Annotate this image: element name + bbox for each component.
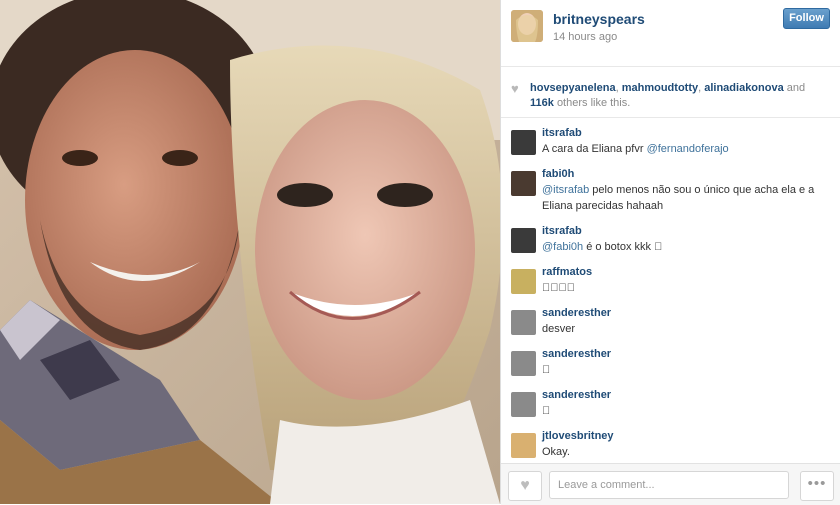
comment-text: 󾌴 [542, 405, 551, 417]
comment-item: fabi0h @itsrafab pelo menos não sou o ún… [501, 167, 840, 214]
selfie-image [0, 0, 500, 504]
follow-button[interactable]: Follow [783, 8, 830, 29]
author-avatar[interactable] [511, 10, 543, 42]
liker-link[interactable]: alinadiakonova [704, 82, 783, 94]
commenter-username[interactable]: fabi0h [542, 167, 833, 182]
commenter-username[interactable]: itsrafab [542, 126, 833, 141]
comment-item: jtlovesbritney Okay. [501, 429, 840, 460]
comment-text: Okay. [542, 446, 570, 458]
post-photo[interactable] [0, 0, 500, 504]
likes-and: and [786, 82, 806, 94]
more-options-button[interactable]: ••• [800, 471, 834, 501]
mention-link[interactable]: @itsrafab [542, 184, 589, 196]
post-header: britneyspears 14 hours ago Follow [501, 0, 840, 67]
liker-link[interactable]: mahmoudtotty [622, 82, 698, 94]
comment-text: A cara da Eliana pfvr @fernandoferajo [542, 141, 833, 157]
heart-icon: ♥ [511, 81, 519, 96]
comment-item: sanderesther 󾌴 [501, 347, 840, 378]
commenter-username[interactable]: sanderesther [542, 306, 833, 321]
comment-body: é o botox kkk 󾌴 [583, 241, 663, 253]
likers-line: hovsepyanelena, mahmoudtotty, alinadiako… [530, 82, 806, 94]
comment-list: itsrafab A cara da Eliana pfvr @fernando… [501, 126, 840, 470]
mention-link[interactable]: @fernandoferajo [647, 143, 729, 155]
likes-count-line: 116k others like this. [530, 97, 630, 109]
commenter-username[interactable]: itsrafab [542, 224, 833, 239]
commenter-username[interactable]: raffmatos [542, 265, 833, 280]
post-view: britneyspears 14 hours ago Follow ♥ hovs… [0, 0, 840, 505]
likes-section: ♥ hovsepyanelena, mahmoudtotty, alinadia… [501, 75, 840, 118]
comment-text: @fabi0h é o botox kkk 󾌴 [542, 239, 833, 255]
likes-count[interactable]: 116k [530, 97, 554, 109]
mention-link[interactable]: @fabi0h [542, 241, 583, 253]
post-timestamp[interactable]: 14 hours ago [553, 31, 617, 43]
comment-input[interactable] [549, 471, 789, 499]
commenter-username[interactable]: sanderesther [542, 388, 833, 403]
comment-item: sanderesther 󾌴 [501, 388, 840, 419]
commenter-avatar[interactable] [511, 228, 536, 253]
commenter-avatar[interactable] [511, 433, 536, 458]
commenter-username[interactable]: sanderesther [542, 347, 833, 362]
commenter-avatar[interactable] [511, 269, 536, 294]
heart-icon: ♥ [520, 477, 530, 494]
comment-text: 󾌴 [542, 364, 551, 376]
ellipsis-icon: ••• [807, 475, 827, 492]
commenter-avatar[interactable] [511, 392, 536, 417]
post-side-panel: britneyspears 14 hours ago Follow ♥ hovs… [500, 0, 840, 505]
comment-item: itsrafab A cara da Eliana pfvr @fernando… [501, 126, 840, 157]
commenter-username[interactable]: jtlovesbritney [542, 429, 833, 444]
like-button[interactable]: ♥ [508, 471, 542, 501]
comment-text: 󾌧󾌧󾌧󾌧 [542, 282, 575, 294]
likes-rest: others like this. [556, 97, 631, 109]
commenter-avatar[interactable] [511, 130, 536, 155]
comment-item: sanderesther desver [501, 306, 840, 337]
comment-footer: ♥ ••• [501, 463, 840, 505]
author-username[interactable]: britneyspears [553, 11, 645, 27]
comment-item: itsrafab @fabi0h é o botox kkk 󾌴 [501, 224, 840, 255]
comment-text: desver [542, 323, 576, 335]
comment-text: @itsrafab pelo menos não sou o único que… [542, 182, 833, 214]
commenter-avatar[interactable] [511, 171, 536, 196]
liker-link[interactable]: hovsepyanelena [530, 82, 616, 94]
avatar-image [511, 10, 543, 42]
commenter-avatar[interactable] [511, 310, 536, 335]
comment-item: raffmatos 󾌧󾌧󾌧󾌧 [501, 265, 840, 296]
comment-body: A cara da Eliana pfvr [542, 143, 647, 155]
commenter-avatar[interactable] [511, 351, 536, 376]
